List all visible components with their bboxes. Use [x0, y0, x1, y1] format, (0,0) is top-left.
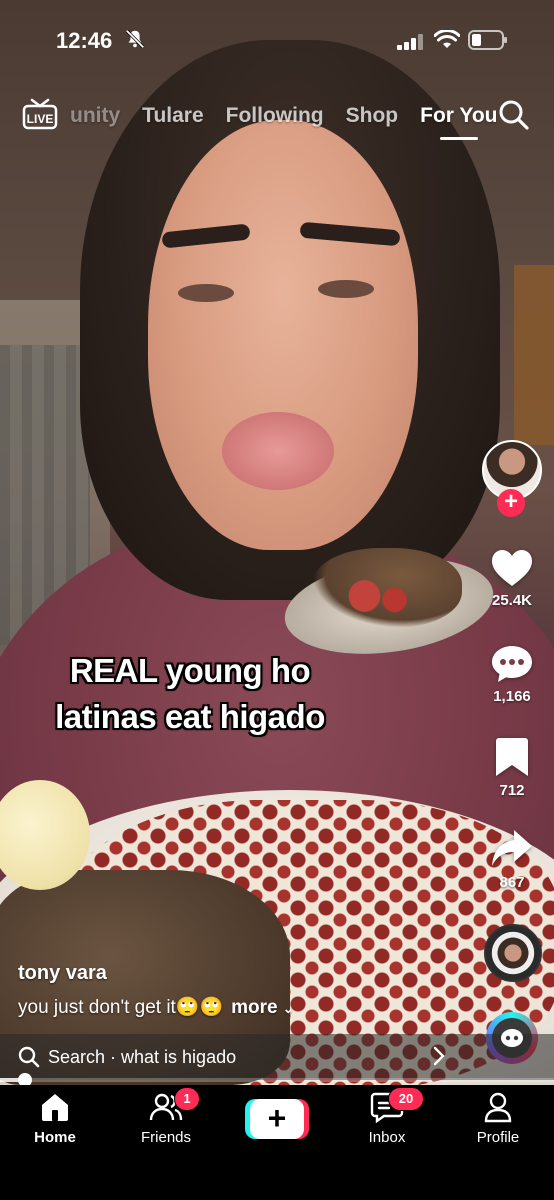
tiktok-feed-screen: 12:46 LIVE unity Tulare Following Shop F…	[0, 0, 554, 1200]
share-count: 867	[499, 874, 525, 891]
caption-line: REAL young ho	[69, 652, 311, 689]
comment-icon	[492, 646, 532, 682]
save-count: 712	[499, 782, 525, 799]
tab-for-you[interactable]: For You	[420, 104, 498, 140]
more-link[interactable]: more ⌄	[231, 997, 294, 1018]
bookmark-icon	[496, 738, 528, 776]
friends-badge: 1	[174, 1087, 200, 1111]
video-player[interactable]	[0, 0, 554, 1085]
chevron-down-icon: ⌄	[282, 1001, 294, 1016]
save-button[interactable]: 712	[484, 736, 540, 799]
video-progress-bar[interactable]	[0, 1078, 554, 1082]
tab-following[interactable]: Following	[226, 104, 324, 128]
video-subject-eye	[318, 280, 374, 298]
nav-profile-label: Profile	[476, 1129, 520, 1146]
video-caption: REAL young ho latinas eat higado	[30, 648, 350, 740]
nav-friends-label: Friends	[140, 1129, 192, 1146]
caption-line: latinas eat higado	[55, 698, 325, 735]
heart-icon	[492, 550, 532, 586]
ai-assistant-icon	[501, 1029, 523, 1047]
search-icon	[18, 1046, 40, 1068]
like-button[interactable]: 25.4K	[484, 548, 540, 609]
profile-icon	[484, 1092, 512, 1123]
search-suggestion-text: Search · what is higado	[48, 1046, 237, 1067]
share-arrow-icon	[492, 830, 532, 866]
tab-tulare[interactable]: Tulare	[142, 104, 203, 128]
nav-home-label: Home	[34, 1129, 76, 1146]
create-button[interactable]: +	[245, 1099, 309, 1139]
description-text: you just don't get it🙄🙄	[18, 997, 224, 1018]
video-subject-lips	[222, 412, 334, 490]
live-icon[interactable]: LIVE	[22, 98, 58, 130]
follow-plus-button[interactable]: +	[497, 489, 525, 517]
battery-icon	[468, 30, 507, 50]
search-suggestion-bar[interactable]: Search · what is higado	[0, 1034, 554, 1080]
top-tabs: unity Tulare Following Shop For You	[70, 100, 498, 140]
tab-shop[interactable]: Shop	[346, 104, 399, 128]
inbox-badge: 20	[388, 1087, 424, 1111]
home-icon	[42, 1094, 68, 1121]
share-button[interactable]: 867	[484, 828, 540, 891]
nav-inbox-label: Inbox	[368, 1129, 406, 1146]
comment-count: 1,166	[493, 688, 531, 705]
author-name[interactable]: tony vara	[18, 962, 107, 985]
more-label: more	[231, 997, 278, 1018]
chevron-right-icon	[433, 1046, 445, 1066]
bell-slash-icon	[125, 29, 145, 49]
bottom-nav: Home Friends 1 + Inbox 20 Profile	[0, 1085, 554, 1200]
post-description[interactable]: you just don't get it🙄🙄 more ⌄	[18, 995, 294, 1019]
video-spoon-food	[312, 548, 462, 628]
comment-button[interactable]: 1,166	[484, 644, 540, 705]
video-subject-eye	[178, 284, 234, 302]
status-time: 12:46	[56, 28, 113, 53]
wifi-icon	[434, 30, 460, 48]
signal-icon	[397, 34, 423, 50]
nav-profile[interactable]: Profile	[453, 1091, 543, 1146]
nav-home[interactable]: Home	[10, 1091, 100, 1146]
live-label: LIVE	[27, 112, 54, 126]
plus-icon: +	[250, 1099, 304, 1139]
like-count: 25.4K	[491, 592, 533, 609]
tab-community[interactable]: unity	[70, 104, 120, 128]
video-background-door	[514, 265, 554, 445]
music-disc[interactable]	[484, 924, 542, 982]
search-icon[interactable]	[498, 99, 530, 131]
